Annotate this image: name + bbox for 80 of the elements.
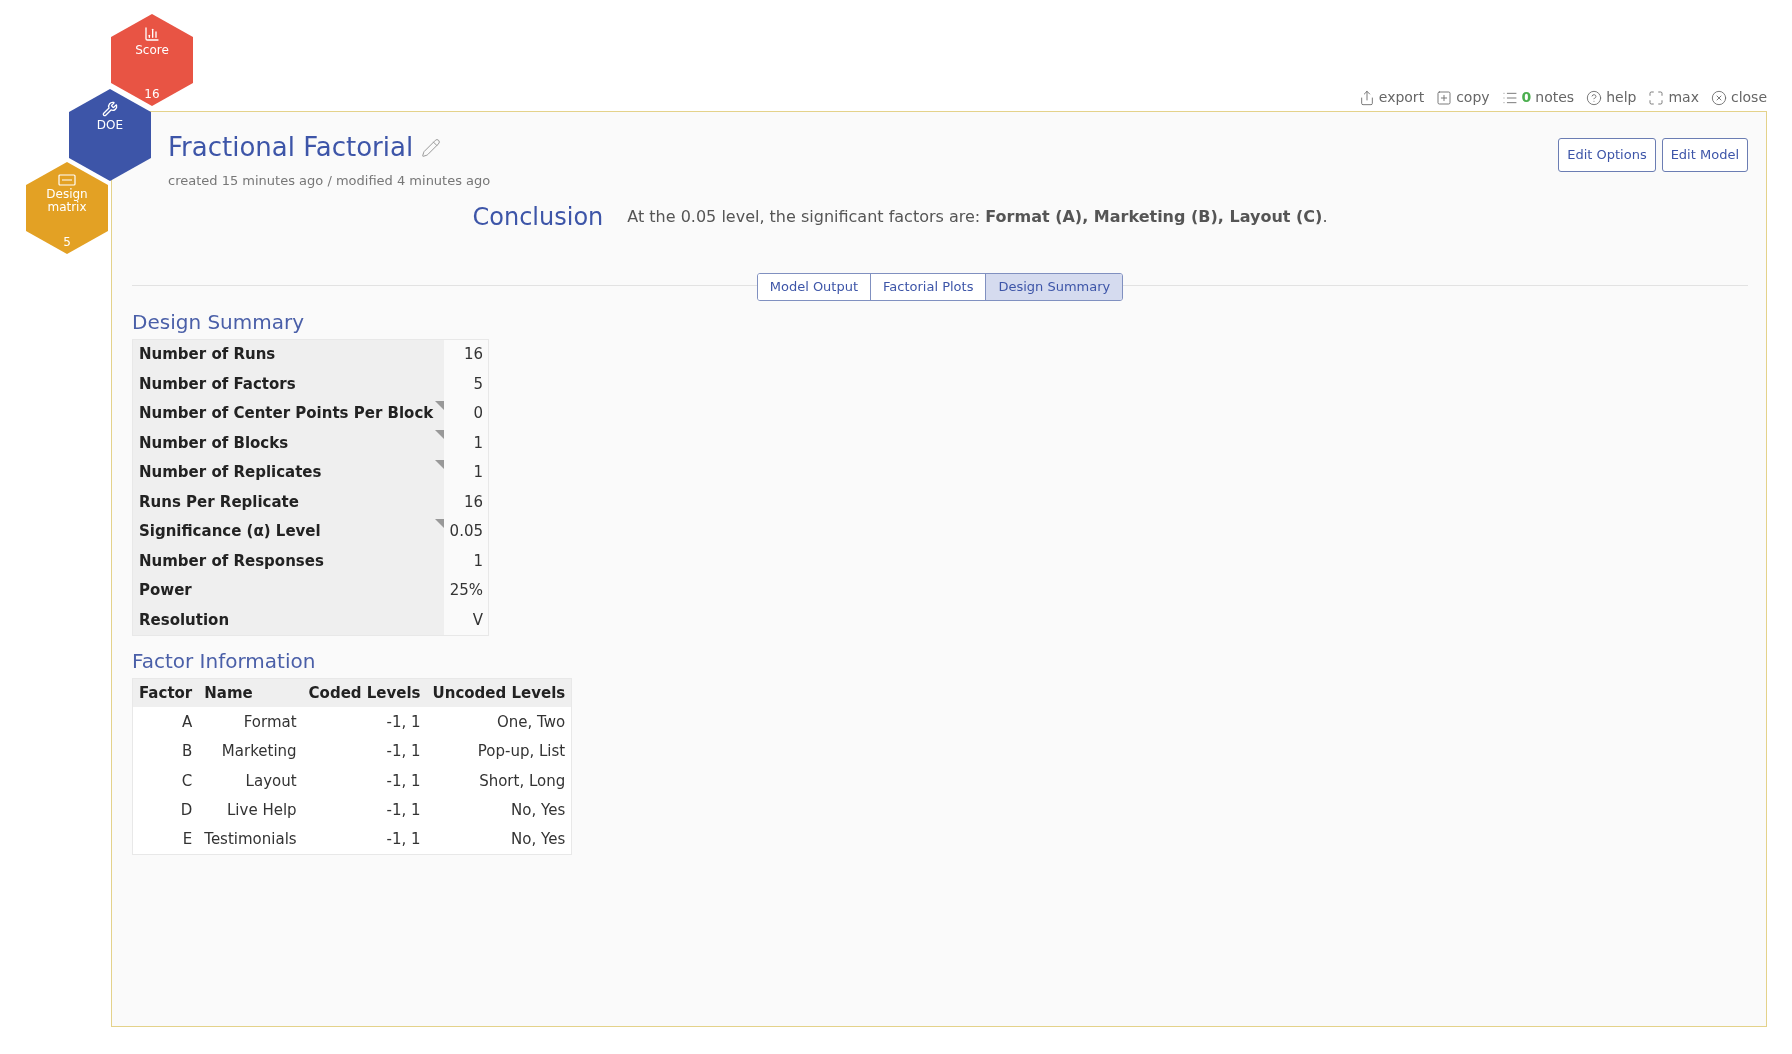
table-cell: One, Two — [426, 707, 572, 737]
expand-icon — [1648, 89, 1665, 106]
table-cell: No, Yes — [426, 825, 572, 855]
table-cell: E — [132, 825, 199, 855]
table-cell: B — [132, 736, 199, 766]
table-cell: -1, 1 — [302, 825, 427, 855]
table-cell-text: 1 — [473, 550, 483, 572]
table-cell: D — [132, 795, 199, 825]
hexagon-label: DOE — [95, 119, 125, 132]
table-cell-text: Number of Replicates — [139, 462, 322, 483]
table-cell-text: Number of Center Points Per Block — [139, 403, 434, 424]
table-cell: A — [132, 707, 199, 737]
export-icon — [1358, 89, 1375, 106]
close-icon — [1710, 89, 1727, 106]
table-cell-text: Number of Runs — [139, 344, 276, 365]
toolbar-button[interactable]: export — [1358, 87, 1425, 108]
column-header: Name — [198, 678, 303, 707]
table-cell-text: 1 — [473, 432, 483, 454]
table-cell: Format — [198, 707, 303, 737]
table-cell: C — [132, 766, 199, 796]
timestamp-text: created 15 minutes ago / modified 4 minutes ago — [168, 172, 491, 190]
table-cell-text: 16 — [463, 344, 483, 365]
table-cell: Short, Long — [426, 766, 572, 796]
table-cell: -1, 1 — [302, 736, 427, 766]
pencil-icon[interactable] — [421, 137, 442, 158]
section-heading: Factor Information — [132, 647, 317, 675]
page-title: Fractional Factorial — [168, 131, 414, 164]
toolbar-button[interactable]: max — [1648, 87, 1699, 108]
toolbar-label: notes — [1535, 88, 1575, 107]
toolbar-button[interactable]: copy — [1436, 87, 1490, 108]
wrench-icon — [102, 101, 118, 117]
toolbar-label: close — [1730, 88, 1767, 107]
table-cell: No, Yes — [426, 795, 572, 825]
table-cell-text: Number of Responses — [139, 550, 324, 572]
table-cell-text: Runs Per Replicate — [139, 491, 299, 513]
column-header: Factor — [132, 678, 199, 707]
table-cell-text: 0 — [473, 403, 483, 424]
hexagon-label: Design matrix — [45, 188, 89, 214]
table-cell: -1, 1 — [302, 707, 427, 737]
column-header: Uncoded Levels — [426, 678, 572, 707]
table-cell: Layout — [198, 766, 303, 796]
toolbar-label: copy — [1456, 88, 1490, 107]
table-cell-text: 0.05 — [449, 521, 483, 542]
column-header: Coded Levels — [302, 678, 427, 707]
table-cell-text: Significance (α) Level — [139, 521, 321, 542]
table-cell: -1, 1 — [302, 766, 427, 796]
toolbar-label: max — [1668, 88, 1699, 107]
help-icon — [1586, 89, 1603, 106]
toolbar-button[interactable]: close — [1710, 87, 1767, 108]
table-cell-text: 1 — [473, 462, 483, 483]
hexagon-count: 5 — [63, 234, 71, 251]
section-heading: Design Summary — [132, 308, 306, 336]
tab[interactable]: Design Summary — [985, 273, 1123, 300]
table-cell-text: 16 — [463, 491, 483, 513]
grid-icon — [58, 174, 76, 186]
bar-chart-icon — [144, 26, 160, 42]
edit-button[interactable]: Edit Options — [1558, 138, 1656, 172]
conclusion-heading: Conclusion — [472, 201, 604, 233]
hexagon-label: Score — [134, 44, 170, 57]
table-cell-text: Number of Factors — [139, 373, 296, 395]
table-cell-text: Resolution — [139, 609, 230, 631]
table-cell: Live Help — [198, 795, 303, 825]
table-cell: Pop-up, List — [426, 736, 572, 766]
notes-count: 0 — [1521, 88, 1532, 107]
table-cell: -1, 1 — [302, 795, 427, 825]
edit-button[interactable]: Edit Model — [1661, 138, 1748, 172]
conclusion-text: At the 0.05 level, the significant factors are: Format (A), Marketing (B), Layout (C). — [627, 205, 1328, 228]
toolbar-label: export — [1378, 88, 1425, 107]
table-cell: Testimonials — [198, 825, 303, 855]
toolbar-label: help — [1606, 88, 1637, 107]
table-cell-text: 25% — [449, 580, 483, 601]
table-cell-text: 5 — [473, 373, 483, 395]
copy-icon — [1436, 89, 1453, 106]
table-cell-text: Number of Blocks — [139, 432, 289, 454]
table-cell-text: Power — [139, 580, 192, 601]
note-marker-icon — [435, 430, 444, 439]
toolbar-button[interactable]: 0 notes — [1501, 87, 1575, 108]
table-cell: Marketing — [198, 736, 303, 766]
table-cell-text: V — [472, 609, 483, 631]
toolbar-button[interactable]: help — [1586, 87, 1637, 108]
